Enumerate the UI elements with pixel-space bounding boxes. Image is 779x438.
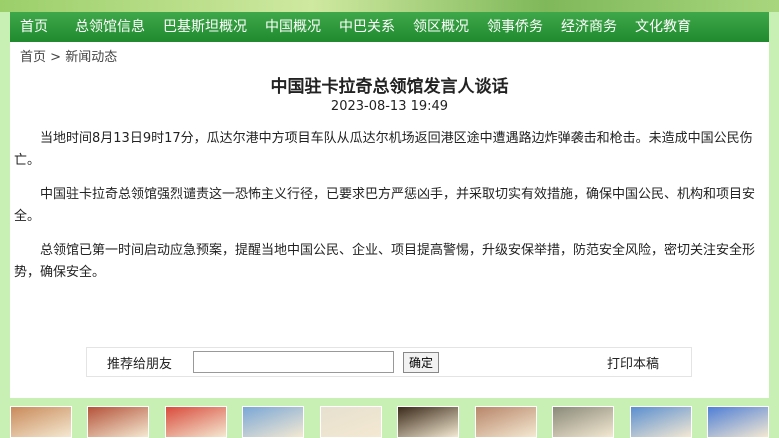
article-paragraph: 中国驻卡拉奇总领馆强烈谴责这一恐怖主义行径，已要求巴方严惩凶手，并采取切实有效措… <box>14 187 756 224</box>
city-photo[interactable] <box>242 406 305 438</box>
sculpture-photo[interactable] <box>552 406 615 438</box>
header-banner <box>0 0 779 12</box>
nav-item-consular-affairs[interactable]: 领事侨务 <box>478 12 552 42</box>
photo-strip <box>10 406 769 438</box>
mosque-photo[interactable] <box>87 406 150 438</box>
temple-of-heaven-photo[interactable] <box>319 406 382 438</box>
nav-item-home[interactable]: 首页 <box>10 12 66 42</box>
elder-portrait-photo[interactable] <box>474 406 537 438</box>
nav-item-pakistan-overview[interactable]: 巴基斯坦概况 <box>154 12 256 42</box>
main-nav: 首页 总领馆信息 巴基斯坦概况 中国概况 中巴关系 领区概况 领事侨务 经济商务… <box>10 12 769 42</box>
share-bar: 推荐给朋友 确定 打印本稿 <box>86 347 692 377</box>
nav-item-china-overview[interactable]: 中国概况 <box>256 12 330 42</box>
article-title: 中国驻卡拉奇总领馆发言人谈话 <box>270 77 509 97</box>
temple-of-heaven-sky-photo[interactable] <box>706 406 769 438</box>
nav-item-economic-commerce[interactable]: 经济商务 <box>552 12 626 42</box>
article-paragraph: 当地时间8月13日9时17分，瓜达尔港中方项目车队从瓜达尔机场返回港区途中遭遇路… <box>14 131 753 168</box>
breadcrumb-current-link[interactable]: 新闻动态 <box>65 50 117 65</box>
nav-item-culture-education[interactable]: 文化教育 <box>626 12 700 42</box>
content-panel: 首页 > 新闻动态 中国驻卡拉奇总领馆发言人谈话 2023-08-13 19:4… <box>10 42 769 398</box>
opera-photo[interactable] <box>164 406 227 438</box>
nav-item-district-overview[interactable]: 领区概况 <box>404 12 478 42</box>
pagoda-photo[interactable] <box>629 406 692 438</box>
article-body: 当地时间8月13日9时17分，瓜达尔港中方项目车队从瓜达尔机场返回港区途中遭遇路… <box>14 128 766 296</box>
nav-item-china-pakistan-relations[interactable]: 中巴关系 <box>330 12 404 42</box>
print-link[interactable]: 打印本稿 <box>607 353 659 372</box>
palace-photo[interactable] <box>10 406 72 438</box>
breadcrumb-home-link[interactable]: 首页 <box>20 50 46 65</box>
recommend-label: 推荐给朋友 <box>107 356 173 372</box>
article-paragraph: 总领馆已第一时间启动应急预案，提醒当地中国公民、企业、项目提高警惕，升级安保举措… <box>14 243 756 280</box>
breadcrumb: 首页 > 新闻动态 <box>20 46 117 65</box>
breadcrumb-separator: > <box>50 50 62 65</box>
confirm-button[interactable]: 确定 <box>403 351 440 373</box>
nav-item-consulate-info[interactable]: 总领馆信息 <box>66 12 154 42</box>
article-datetime: 2023-08-13 19:49 <box>330 99 449 114</box>
recommend-email-input[interactable] <box>193 351 394 373</box>
statue-photo[interactable] <box>397 406 460 438</box>
